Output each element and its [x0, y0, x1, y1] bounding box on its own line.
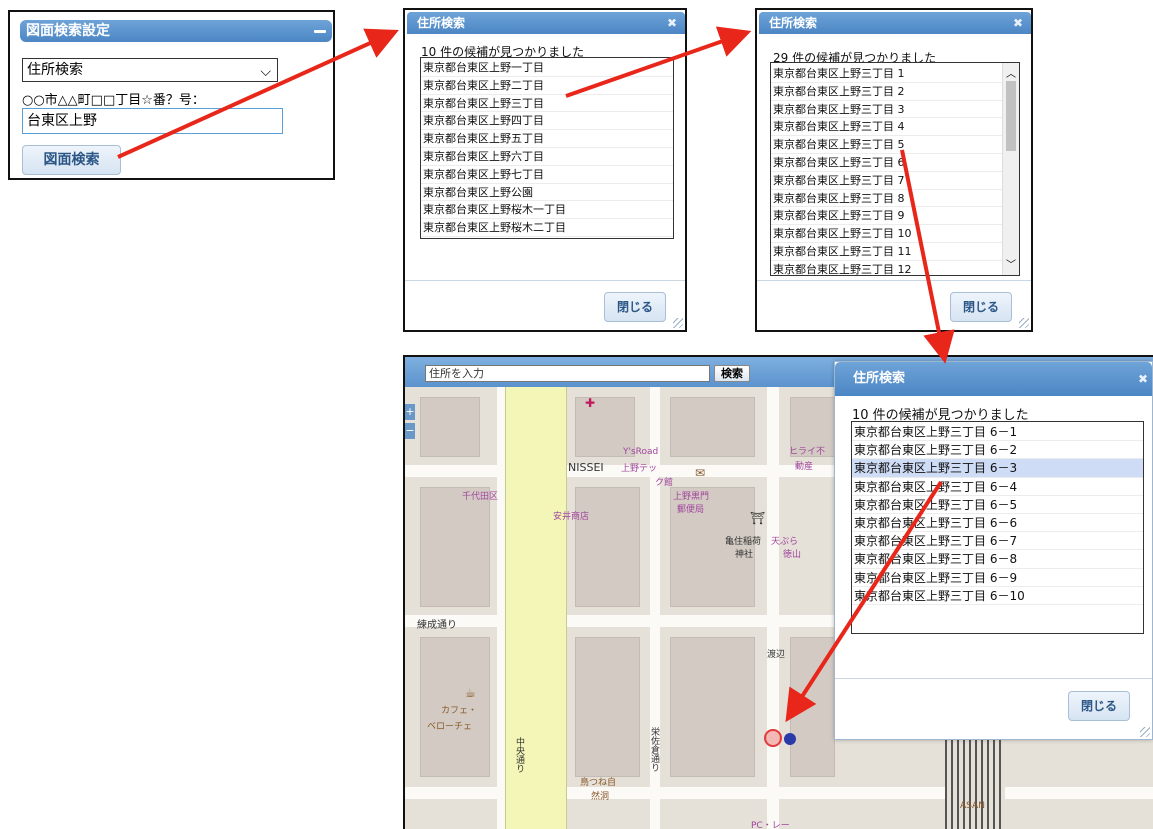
arrow-to-dialog-2: [565, 26, 752, 98]
arrow-to-dialog-1: [117, 28, 399, 159]
flow-arrows: [117, 26, 955, 723]
arrow-to-dialog-3: [900, 149, 955, 364]
arrow-to-map-marker: [785, 480, 943, 723]
